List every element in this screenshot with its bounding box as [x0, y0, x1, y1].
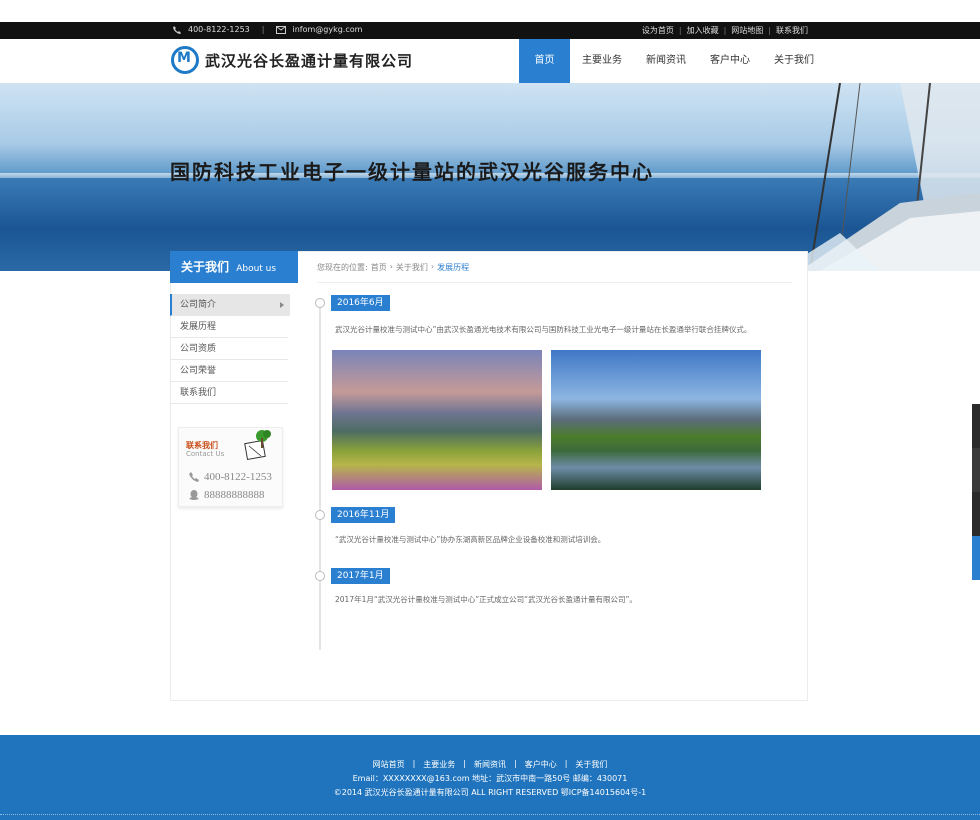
footer: 网站首页 | 主要业务 | 新闻资讯 | 客户中心 | 关于我们 Email：X… — [0, 735, 980, 820]
sitemap-link[interactable]: 网站地图 — [731, 25, 763, 36]
qq-icon — [189, 490, 199, 500]
nav-news[interactable]: 新闻资讯 — [634, 39, 698, 83]
breadcrumb-separator: › — [389, 262, 393, 271]
timeline-date: 2016年6月 — [331, 295, 390, 311]
plant-book-icon — [244, 430, 271, 461]
float-item[interactable] — [972, 404, 980, 448]
timeline-text: 2017年1月“武汉光谷计量校准与测试中心”正式成立公司“武汉光谷长盈通计量有限… — [335, 595, 637, 604]
timeline-dot — [315, 571, 325, 581]
divider: | — [412, 759, 416, 768]
logo-icon — [171, 46, 199, 74]
company-name: 武汉光谷长盈通计量有限公司 — [205, 51, 414, 70]
timeline-date: 2017年1月 — [331, 568, 390, 584]
timeline-line — [319, 300, 321, 650]
nav-customer-center[interactable]: 客户中心 — [698, 39, 762, 83]
banner-slogan: 国防科技工业电子一级计量站的武汉光谷服务中心 — [170, 160, 654, 184]
timeline-date: 2016年11月 — [331, 507, 396, 523]
timeline-dot — [315, 510, 325, 520]
footer-link-about[interactable]: 关于我们 — [575, 759, 607, 770]
footer-link-home[interactable]: 网站首页 — [373, 759, 405, 770]
sidebar-item-history[interactable]: 发展历程 — [170, 316, 288, 338]
top-links: 设为首页 | 加入收藏 | 网站地图 | 联系我们 — [642, 25, 808, 36]
breadcrumb: 您现在的位置: 首页 › 关于我们 › 发展历程 — [317, 262, 469, 273]
contact-card-phone: 400-8122-1253 — [189, 471, 272, 483]
contact-us-link[interactable]: 联系我们 — [776, 25, 808, 36]
breadcrumb-home[interactable]: 首页 — [371, 262, 387, 273]
contact-card-title-en: Contact Us — [186, 450, 225, 458]
breadcrumb-separator: › — [430, 262, 435, 271]
sailboat-image — [780, 83, 980, 271]
timeline-dot — [315, 298, 325, 308]
sidebar-item-honors[interactable]: 公司荣誉 — [170, 360, 288, 382]
sidebar-menu: 公司简介 发展历程 公司资质 公司荣誉 联系我们 — [170, 294, 290, 404]
footer-link-customer[interactable]: 客户中心 — [525, 759, 557, 770]
sidebar-title: 关于我们 About us — [170, 251, 298, 283]
top-bar: 400-8122-1253 | infom@gykg.com 设为首页 | 加入… — [0, 22, 980, 39]
add-favorite-link[interactable]: 加入收藏 — [687, 25, 719, 36]
header: 武汉光谷长盈通计量有限公司 首页 主要业务 新闻资讯 客户中心 关于我们 — [0, 39, 980, 83]
float-item[interactable] — [972, 492, 980, 536]
top-contact: 400-8122-1253 | infom@gykg.com — [172, 25, 362, 34]
footer-link-news[interactable]: 新闻资讯 — [474, 759, 506, 770]
footer-contact: Email：XXXXXXXX@163.com 地址：武汉市中南一路50号 邮编：… — [352, 774, 628, 783]
top-phone: 400-8122-1253 — [188, 25, 250, 34]
mountain-lake-photo — [551, 350, 761, 490]
contact-card-phone-number: 400-8122-1253 — [204, 471, 272, 483]
float-item[interactable] — [972, 448, 980, 492]
divider: | — [463, 759, 466, 768]
nav-about-us[interactable]: 关于我们 — [762, 39, 826, 83]
banner: 国防科技工业电子一级计量站的武汉光谷服务中心 — [0, 83, 980, 271]
float-item[interactable] — [972, 536, 980, 580]
contact-card-qq-number: 88888888888 — [204, 489, 265, 501]
divider: | — [768, 26, 771, 35]
footer-dotted-border — [0, 814, 980, 817]
divider — [317, 282, 792, 283]
contact-card-qq: 88888888888 — [189, 489, 265, 501]
footer-link-business[interactable]: 主要业务 — [423, 759, 455, 770]
sidebar-item-qualification[interactable]: 公司资质 — [170, 338, 288, 360]
phone-icon — [173, 25, 181, 34]
sidebar-contact-card: 联系我们 Contact Us 400-8122-1253 8888888888… — [178, 427, 283, 507]
logo[interactable]: 武汉光谷长盈通计量有限公司 — [171, 46, 413, 74]
footer-copyright: ©2014 武汉光谷长盈通计量有限公司 ALL RIGHT RESERVED 鄂… — [333, 788, 647, 797]
divider: | — [261, 25, 265, 34]
nav-home[interactable]: 首页 — [519, 39, 570, 83]
mountain-flowers-photo — [332, 350, 542, 490]
main-nav: 首页 主要业务 新闻资讯 客户中心 关于我们 — [519, 39, 826, 83]
side-float-toolbar[interactable] — [972, 404, 980, 580]
nav-business[interactable]: 主要业务 — [570, 39, 634, 83]
sidebar-item-company-intro[interactable]: 公司简介 — [170, 294, 290, 316]
timeline-text: “武汉光谷计量校准与测试中心”协办东湖高新区品牌企业设备校准和测试培训会。 — [335, 535, 606, 544]
mail-icon — [276, 25, 287, 34]
set-homepage-link[interactable]: 设为首页 — [642, 25, 674, 36]
sidebar-title-en: About us — [236, 264, 277, 274]
timeline-text: 武汉光谷计量校准与测试中心”由武汉长盈通光电技术有限公司与国防科技工业光电子一级… — [335, 325, 752, 334]
divider: | — [678, 26, 682, 35]
divider: | — [564, 759, 568, 768]
divider: | — [723, 26, 727, 35]
sidebar-title-text: 关于我们 — [181, 260, 230, 274]
breadcrumb-prefix: 您现在的位置: — [317, 263, 368, 272]
phone-icon — [189, 472, 199, 482]
top-email[interactable]: infom@gykg.com — [292, 25, 362, 34]
divider: | — [514, 759, 517, 768]
sidebar-item-contact[interactable]: 联系我们 — [170, 382, 288, 404]
footer-links: 网站首页 | 主要业务 | 新闻资讯 | 客户中心 | 关于我们 — [0, 759, 980, 770]
breadcrumb-current: 发展历程 — [437, 263, 470, 272]
breadcrumb-about[interactable]: 关于我们 — [396, 262, 428, 273]
